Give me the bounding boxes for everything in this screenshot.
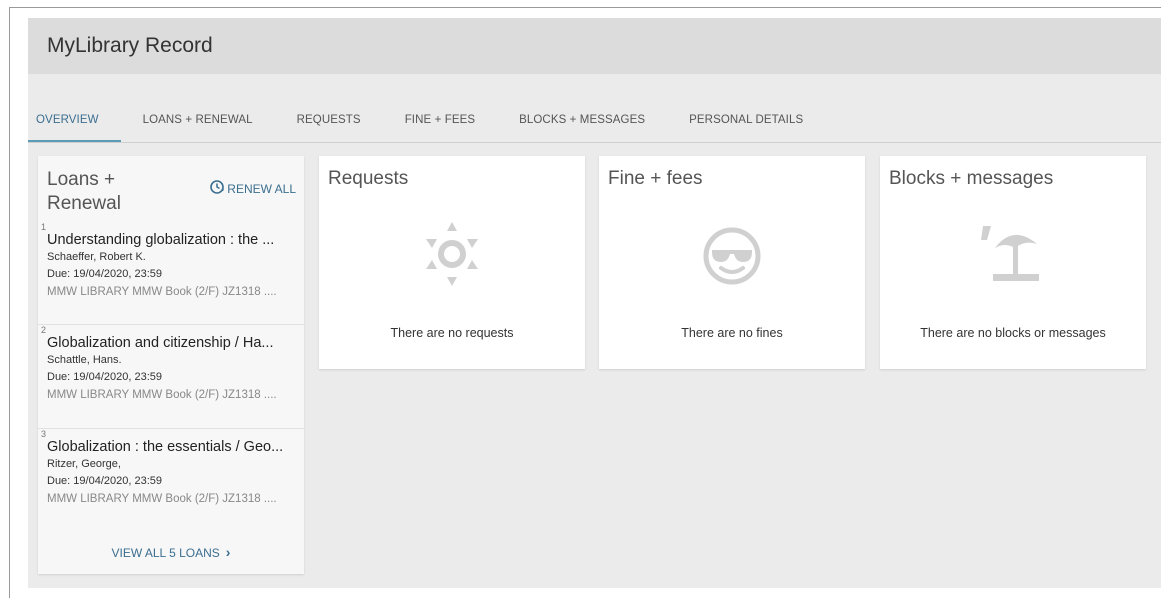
requests-empty-text: There are no requests xyxy=(390,326,514,340)
clock-renew-icon xyxy=(209,179,225,198)
loan-author: Schattle, Hans. xyxy=(47,354,122,366)
loan-due-date: Due: 19/04/2020, 23:59 xyxy=(47,268,162,280)
blocks-card: Blocks + messages There are no blocks or… xyxy=(880,156,1146,369)
fines-empty-text: There are no fines xyxy=(681,326,783,340)
loan-title[interactable]: Understanding globalization : the ... xyxy=(47,231,295,249)
loans-card: Loans + Renewal RENEW ALL 1 Understandin… xyxy=(38,156,304,574)
fines-card-title: Fine + fees xyxy=(608,168,703,189)
loan-location: MMW LIBRARY MMW Book (2/F) JZ1318 .... xyxy=(47,286,277,298)
tab-overview[interactable]: OVERVIEW xyxy=(28,106,121,142)
loan-author: Ritzer, George, xyxy=(47,458,121,470)
tab-fine-fees[interactable]: FINE + FEES xyxy=(383,106,497,142)
blocks-card-title: Blocks + messages xyxy=(889,168,1054,189)
requests-card: Requests There are no requests xyxy=(319,156,585,369)
tab-requests[interactable]: REQUESTS xyxy=(275,106,383,142)
loans-card-title: Loans + Renewal xyxy=(47,169,121,214)
loan-due-date: Due: 19/04/2020, 23:59 xyxy=(47,475,162,487)
chevron-right-icon: › xyxy=(225,544,231,560)
fines-card: Fine + fees There are no fines xyxy=(599,156,865,369)
tab-personal-details[interactable]: PERSONAL DETAILS xyxy=(667,106,825,142)
loan-due-date: Due: 19/04/2020, 23:59 xyxy=(47,371,162,383)
loan-author: Schaeffer, Robert K. xyxy=(47,251,146,263)
requests-card-title: Requests xyxy=(328,168,409,189)
loan-location: MMW LIBRARY MMW Book (2/F) JZ1318 .... xyxy=(47,389,277,401)
loan-item[interactable]: 1 Understanding globalization : the ... … xyxy=(38,222,304,325)
renew-all-label: RENEW ALL xyxy=(227,181,296,196)
loan-number: 1 xyxy=(41,222,47,232)
loan-item[interactable]: 2 Globalization and citizenship / Ha... … xyxy=(38,325,304,429)
tab-loans-renewal[interactable]: LOANS + RENEWAL xyxy=(121,106,275,142)
page-title: MyLibrary Record xyxy=(28,18,1161,74)
view-all-loans-label: VIEW ALL 5 LOANS xyxy=(111,546,220,560)
mylibrary-record: MyLibrary Record OVERVIEW LOANS + RENEWA… xyxy=(28,18,1161,588)
renew-all-button[interactable]: RENEW ALL xyxy=(209,179,296,198)
beach-umbrella-icon xyxy=(973,218,1053,295)
sunglasses-face-icon xyxy=(696,218,768,295)
view-all-loans-link[interactable]: VIEW ALL 5 LOANS › xyxy=(38,544,304,560)
blocks-empty-text: There are no blocks or messages xyxy=(920,326,1106,340)
loan-location: MMW LIBRARY MMW Book (2/F) JZ1318 .... xyxy=(47,493,277,505)
loan-number: 3 xyxy=(41,429,47,439)
loan-title[interactable]: Globalization and citizenship / Ha... xyxy=(47,334,295,352)
loan-number: 2 xyxy=(41,325,47,335)
sun-icon xyxy=(420,218,484,295)
loan-item[interactable]: 3 Globalization : the essentials / Geo..… xyxy=(38,429,304,529)
loan-title[interactable]: Globalization : the essentials / Geo... xyxy=(47,438,295,456)
tab-blocks-messages[interactable]: BLOCKS + MESSAGES xyxy=(497,106,667,142)
tab-bar: OVERVIEW LOANS + RENEWAL REQUESTS FINE +… xyxy=(28,106,1161,143)
